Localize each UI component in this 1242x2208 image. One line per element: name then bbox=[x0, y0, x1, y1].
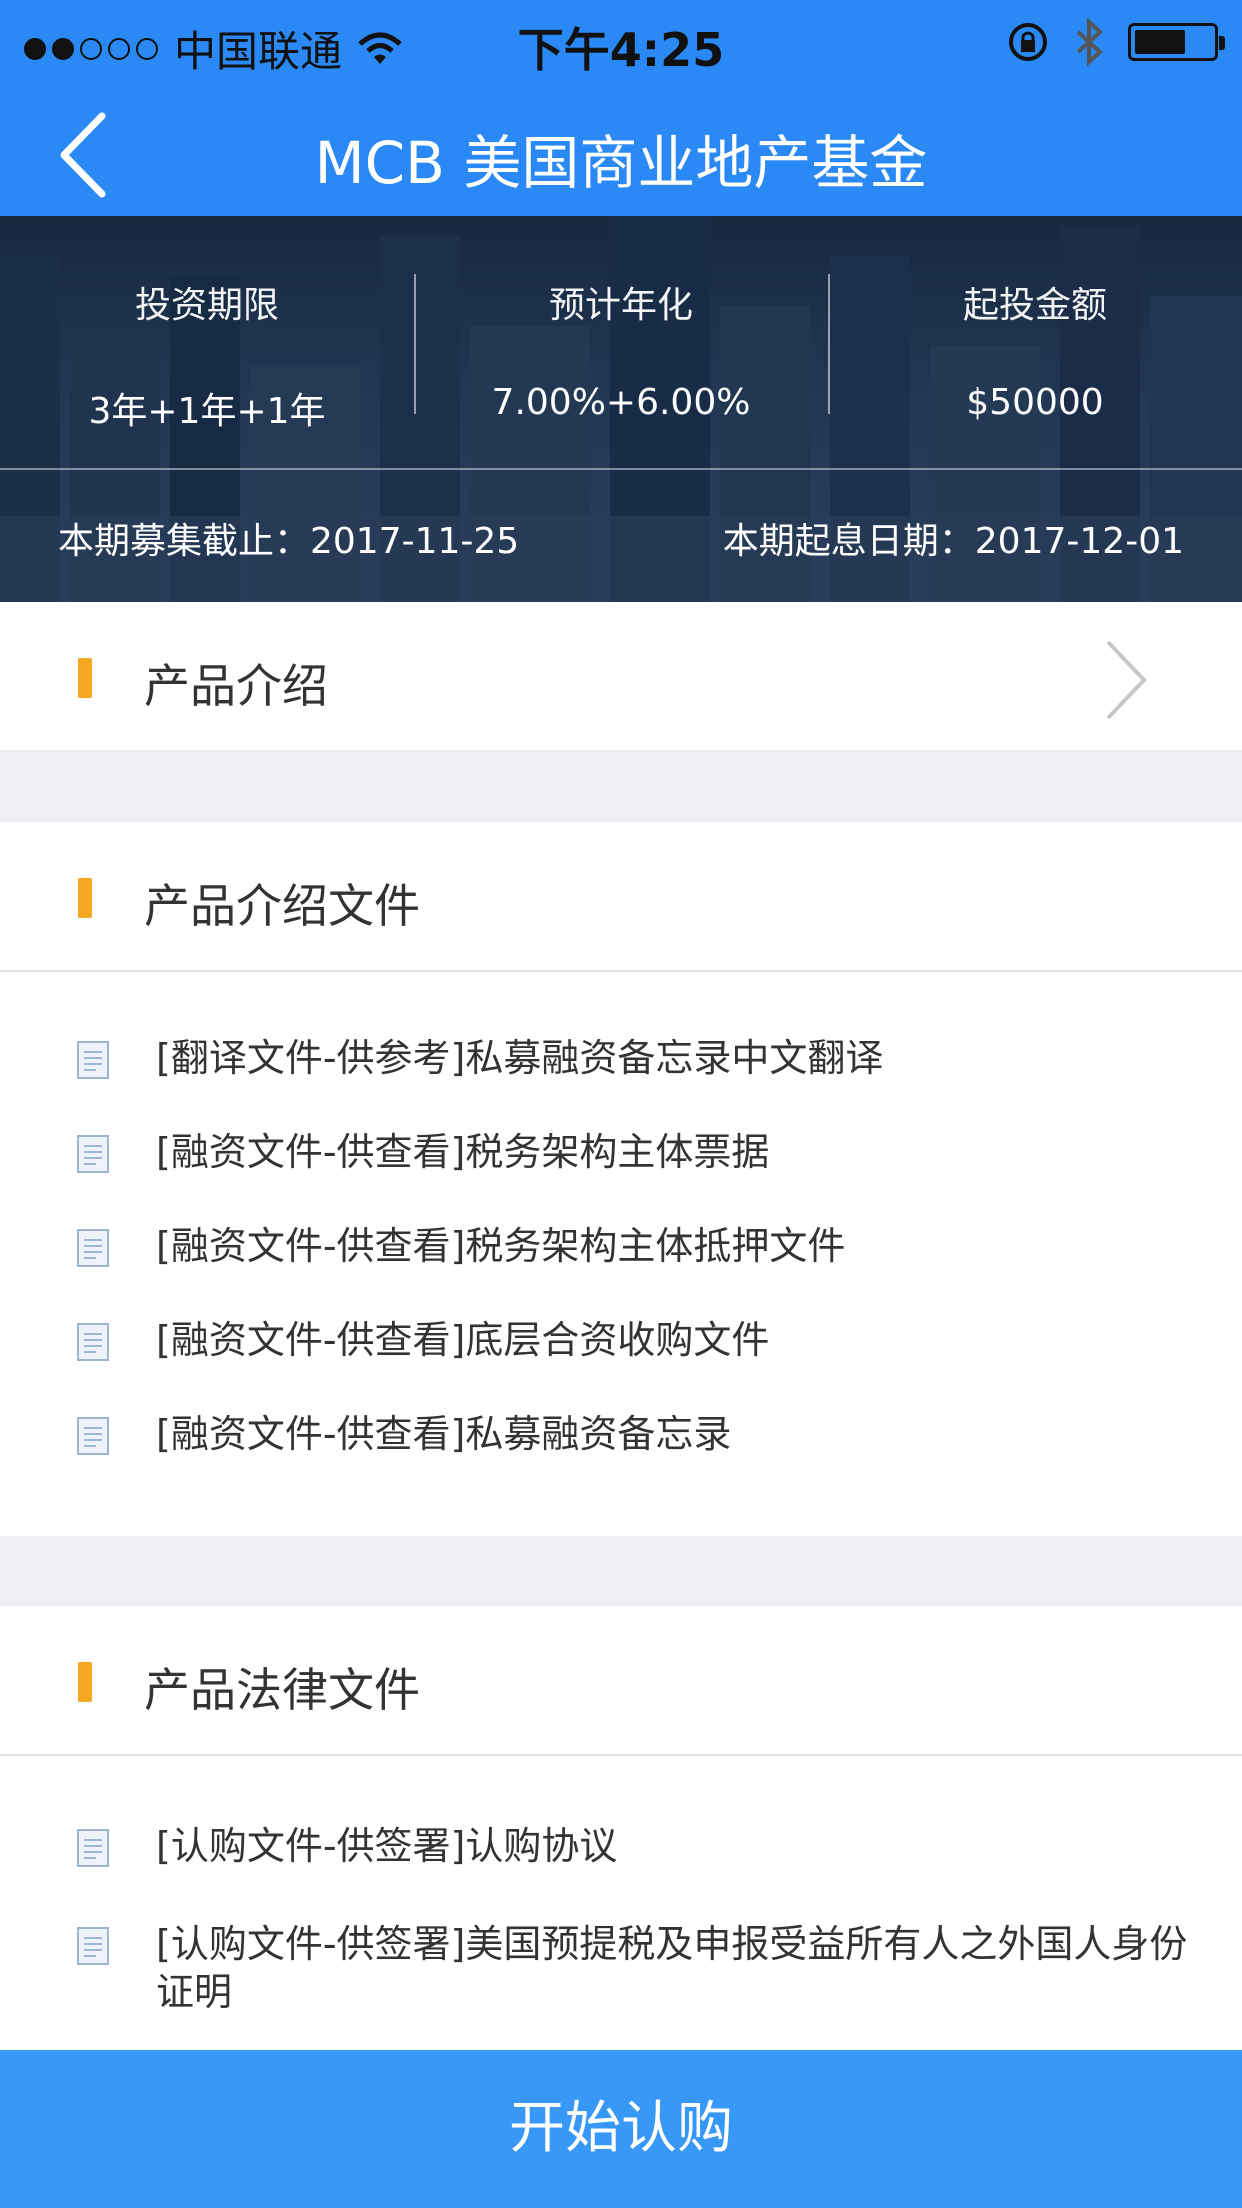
section-header: 产品法律文件 bbox=[0, 1606, 1242, 1754]
intro-docs-card: 产品介绍文件 [翻译文件-供参考]私募融资备忘录中文翻译 [融资文件-供查看]税… bbox=[0, 822, 1242, 1536]
status-bar: 中国联通 下午4:25 bbox=[0, 0, 1242, 88]
document-icon bbox=[77, 1829, 109, 1867]
divider bbox=[0, 970, 1242, 972]
stat-label: 预计年化 bbox=[548, 285, 693, 326]
doc-title: [融资文件-供查看]税务架构主体票据 bbox=[156, 1130, 770, 1174]
doc-item[interactable]: [融资文件-供查看]底层合资收购文件 bbox=[0, 1316, 1242, 1364]
stat-min-investment: 起投金额 $50000 bbox=[828, 216, 1242, 468]
doc-title: [翻译文件-供参考]私募融资备忘录中文翻译 bbox=[156, 1036, 884, 1080]
date-row: 本期募集截止：2017-11-25 本期起息日期：2017-12-01 bbox=[0, 512, 1242, 564]
stat-value: 7.00%+6.00% bbox=[491, 382, 751, 423]
interest-start-date: 本期起息日期：2017-12-01 bbox=[722, 521, 1184, 562]
stat-label: 起投金额 bbox=[962, 285, 1107, 326]
doc-item[interactable]: [融资文件-供查看]税务架构主体抵押文件 bbox=[0, 1222, 1242, 1270]
bluetooth-icon bbox=[1076, 18, 1103, 66]
summary-stats: 投资期限 3年+1年+1年 预计年化 7.00%+6.00% 起投金额 $500… bbox=[0, 216, 1242, 468]
document-icon bbox=[77, 1927, 109, 1965]
section-header: 产品介绍 bbox=[0, 602, 1242, 750]
document-icon bbox=[77, 1135, 109, 1173]
product-summary-banner: 投资期限 3年+1年+1年 预计年化 7.00%+6.00% 起投金额 $500… bbox=[0, 216, 1242, 602]
document-icon bbox=[77, 1323, 109, 1361]
section-title: 产品法律文件 bbox=[144, 1663, 420, 1717]
stat-value: 3年+1年+1年 bbox=[88, 391, 326, 432]
divider bbox=[0, 1754, 1242, 1756]
orientation-lock-icon bbox=[1009, 23, 1047, 61]
page-title: MCB 美国商业地产基金 bbox=[314, 129, 928, 197]
document-icon bbox=[77, 1417, 109, 1455]
document-icon bbox=[77, 1229, 109, 1267]
chevron-right-icon bbox=[1106, 640, 1147, 720]
section-header: 产品介绍文件 bbox=[0, 822, 1242, 970]
stat-label: 投资期限 bbox=[134, 285, 279, 326]
product-intro-row[interactable]: 产品介绍 bbox=[0, 602, 1242, 750]
status-right bbox=[1006, 18, 1225, 66]
legal-docs-card: 产品法律文件 [认购文件-供签署]认购协议 [认购文件-供签署]美国预提税及申报… bbox=[0, 1606, 1242, 2050]
accent-bar bbox=[78, 878, 92, 918]
doc-item[interactable]: [融资文件-供查看]税务架构主体票据 bbox=[0, 1128, 1242, 1176]
header: 中国联通 下午4:25 MCB 美国商业地产基金 bbox=[0, 0, 1242, 216]
banner-divider bbox=[0, 468, 1242, 470]
doc-title: [融资文件-供查看]底层合资收购文件 bbox=[156, 1318, 770, 1362]
stat-value: $50000 bbox=[966, 382, 1104, 423]
doc-title: [融资文件-供查看]税务架构主体抵押文件 bbox=[156, 1224, 846, 1268]
doc-item[interactable]: [认购文件-供签署]认购协议 bbox=[0, 1822, 1242, 1870]
nav-bar: MCB 美国商业地产基金 bbox=[0, 88, 1242, 216]
doc-title: [认购文件-供签署]美国预提税及申报受益所有人之外国人身份证明 bbox=[156, 1922, 1188, 2014]
doc-item[interactable]: [认购文件-供签署]美国预提税及申报受益所有人之外国人身份证明 bbox=[0, 1920, 1242, 2016]
accent-bar bbox=[78, 658, 92, 698]
section-title: 产品介绍 bbox=[144, 659, 328, 713]
accent-bar bbox=[78, 1662, 92, 1702]
document-icon bbox=[77, 1041, 109, 1079]
stat-term: 投资期限 3年+1年+1年 bbox=[0, 216, 414, 468]
doc-item[interactable]: [融资文件-供查看]私募融资备忘录 bbox=[0, 1410, 1242, 1458]
doc-title: [融资文件-供查看]私募融资备忘录 bbox=[156, 1412, 732, 1456]
stat-annual-yield: 预计年化 7.00%+6.00% bbox=[414, 216, 828, 468]
start-subscription-button[interactable]: 开始认购 bbox=[0, 2050, 1242, 2208]
raise-deadline: 本期募集截止：2017-11-25 bbox=[58, 521, 520, 562]
doc-title: [认购文件-供签署]认购协议 bbox=[156, 1824, 618, 1868]
doc-item[interactable]: [翻译文件-供参考]私募融资备忘录中文翻译 bbox=[0, 1034, 1242, 1082]
section-title: 产品介绍文件 bbox=[144, 879, 420, 933]
battery-icon bbox=[1128, 23, 1225, 61]
